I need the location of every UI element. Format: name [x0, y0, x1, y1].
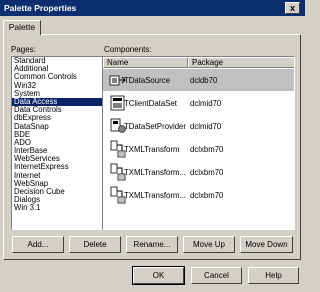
column-package-label: Package — [192, 58, 224, 67]
column-header-name[interactable]: Name — [103, 57, 188, 68]
rename-button[interactable]: Rename... — [126, 236, 178, 253]
component-package: dclxbm70 — [190, 191, 224, 200]
close-button[interactable]: x — [285, 2, 300, 14]
tab-palette[interactable]: Palette — [3, 20, 41, 35]
component-row[interactable]: TXMLTransform... dclxbm70 — [103, 184, 294, 206]
component-row[interactable]: TXMLTransform... dclxbm70 — [103, 161, 294, 183]
pages-list: Standard Additional Common Controls Win32 Sy… — [12, 57, 102, 213]
ok-button-label: OK — [152, 271, 165, 280]
component-name: TXMLTransform — [124, 145, 180, 154]
component-name: TXMLTransform... — [124, 168, 186, 177]
ok-button[interactable]: OK — [132, 266, 185, 285]
pages-label: Pages: — [11, 45, 36, 54]
move-up-button[interactable]: Move Up — [183, 236, 235, 253]
title-bar[interactable]: Palette Properties x — [0, 0, 305, 16]
move-down-button[interactable]: Move Down — [240, 236, 293, 253]
delete-button-label: Delete — [83, 240, 107, 249]
add-button[interactable]: Add... — [12, 236, 64, 253]
move-up-button-label: Move Up — [192, 240, 225, 249]
component-package: dcldb70 — [190, 76, 218, 85]
component-name: TXMLTransform... — [124, 191, 186, 200]
component-name: TDataSetProvider — [124, 122, 186, 131]
rename-button-label: Rename... — [133, 240, 171, 249]
components-listview[interactable]: Name Package TDataSource dcldb70 TClientDa… — [102, 56, 295, 230]
component-row[interactable]: TClientDataSet dclmid70 — [103, 92, 294, 114]
component-row[interactable]: TXMLTransform dclxbm70 — [103, 138, 294, 160]
component-package: dclmid70 — [190, 122, 222, 131]
component-package: dclxbm70 — [190, 145, 224, 154]
column-name-label: Name — [107, 58, 129, 67]
window-title: Palette Properties — [4, 3, 77, 13]
component-package: dclxbm70 — [190, 168, 224, 177]
column-header-package[interactable]: Package — [188, 57, 294, 68]
page-item[interactable]: Win 3.1 — [12, 204, 102, 212]
help-button-label: Help — [265, 271, 282, 280]
pages-listbox[interactable]: Standard Additional Common Controls Win32 Sy… — [11, 56, 103, 230]
move-down-button-label: Move Down — [245, 240, 288, 249]
help-button[interactable]: Help — [248, 267, 299, 284]
add-button-label: Add... — [27, 240, 49, 249]
component-row[interactable]: TDataSetProvider dclmid70 — [103, 115, 294, 137]
tab-label: Palette — [8, 22, 36, 32]
component-name: TClientDataSet — [124, 99, 177, 108]
component-package: dclmid70 — [190, 99, 222, 108]
components-label: Components: — [104, 45, 152, 54]
component-row[interactable]: TDataSource dcldb70 — [103, 69, 294, 91]
delete-button[interactable]: Delete — [69, 236, 121, 253]
component-name: TDataSource — [124, 76, 170, 85]
close-icon: x — [289, 3, 295, 13]
cancel-button-label: Cancel — [204, 271, 229, 280]
cancel-button[interactable]: Cancel — [191, 267, 242, 284]
